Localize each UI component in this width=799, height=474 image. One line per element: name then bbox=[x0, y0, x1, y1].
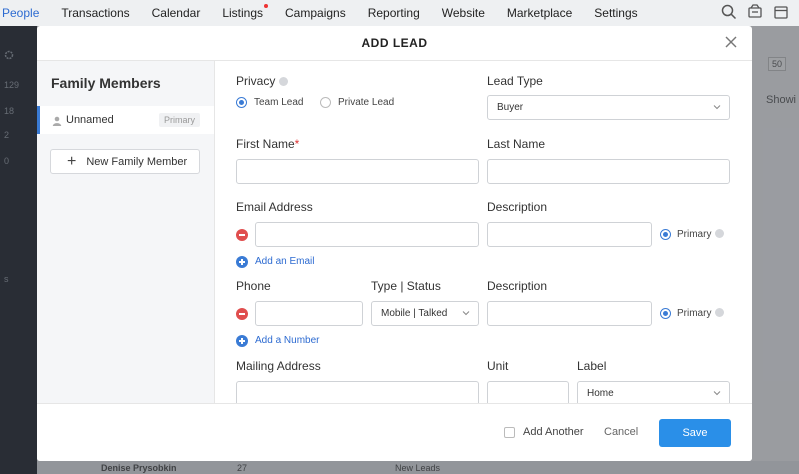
person-icon bbox=[52, 115, 62, 126]
new-family-member-button[interactable]: + New Family Member bbox=[50, 149, 200, 174]
remove-phone-icon[interactable] bbox=[236, 308, 248, 320]
type-status-label: Type | Status bbox=[371, 279, 441, 293]
nav-campaigns[interactable]: Campaigns bbox=[285, 6, 346, 20]
add-another-label: Add Another bbox=[523, 426, 584, 438]
email-primary-text: Primary bbox=[677, 229, 712, 240]
info-icon[interactable] bbox=[715, 308, 725, 317]
lead-type-select[interactable]: Buyer bbox=[487, 95, 730, 120]
nav-settings[interactable]: Settings bbox=[594, 6, 637, 20]
new-family-member-label: New Family Member bbox=[86, 155, 188, 168]
team-lead-radio[interactable] bbox=[236, 97, 247, 108]
phone-type-status-select[interactable]: Mobile | Talked bbox=[371, 301, 479, 326]
address-label-label: Label bbox=[577, 359, 607, 373]
primary-badge: Primary bbox=[159, 113, 200, 127]
notification-dot bbox=[264, 4, 269, 8]
close-icon[interactable] bbox=[724, 35, 738, 49]
last-name-input[interactable] bbox=[487, 159, 730, 184]
info-icon[interactable] bbox=[279, 77, 289, 86]
nav-website[interactable]: Website bbox=[442, 6, 485, 20]
mailing-address-label: Mailing Address bbox=[236, 359, 321, 373]
email-input[interactable] bbox=[255, 222, 479, 247]
required-mark: * bbox=[294, 137, 300, 151]
modal-header: ADD LEAD bbox=[37, 26, 752, 61]
private-lead-label: Private Lead bbox=[338, 97, 395, 108]
nav-listings[interactable]: Listings bbox=[222, 4, 269, 20]
modal-footer: Add Another Cancel Save bbox=[37, 403, 752, 461]
nav-reporting[interactable]: Reporting bbox=[368, 6, 420, 20]
family-members-title: Family Members bbox=[51, 75, 161, 91]
email-primary-label: Primary bbox=[677, 229, 725, 240]
email-description-label: Description bbox=[487, 200, 548, 214]
privacy-label: Privacy bbox=[236, 74, 289, 88]
chevron-down-icon bbox=[462, 309, 470, 317]
member-name: Unnamed bbox=[66, 114, 114, 126]
phone-label: Phone bbox=[236, 279, 271, 293]
lead-type-label: Lead Type bbox=[487, 74, 543, 88]
inbox-icon[interactable] bbox=[747, 4, 763, 20]
nav-people[interactable]: People bbox=[2, 6, 39, 20]
email-primary-radio[interactable] bbox=[660, 229, 671, 240]
save-button[interactable]: Save bbox=[659, 419, 731, 447]
first-name-input[interactable] bbox=[236, 159, 479, 184]
add-lead-modal: ADD LEAD Family Members Unnamed Primary … bbox=[37, 26, 752, 461]
privacy-label-text: Privacy bbox=[236, 74, 276, 88]
lead-type-value: Buyer bbox=[497, 102, 524, 113]
unit-label: Unit bbox=[487, 359, 509, 373]
address-label-value: Home bbox=[587, 388, 614, 399]
nav-calendar[interactable]: Calendar bbox=[152, 6, 201, 20]
nav-listings-label: Listings bbox=[222, 6, 264, 20]
add-another-checkbox[interactable] bbox=[504, 427, 515, 438]
team-lead-label: Team Lead bbox=[254, 97, 304, 108]
phone-type-status-value: Mobile | Talked bbox=[381, 308, 448, 319]
top-navigation: People Transactions Calendar Listings Ca… bbox=[0, 0, 799, 26]
chevron-down-icon bbox=[713, 103, 721, 111]
phone-primary-radio[interactable] bbox=[660, 308, 671, 319]
calendar-icon[interactable] bbox=[773, 4, 789, 20]
first-name-label-text: First Name bbox=[236, 137, 295, 151]
modal-title: ADD LEAD bbox=[361, 36, 428, 50]
first-name-label: First Name* bbox=[236, 137, 299, 151]
add-number-link[interactable]: Add a Number bbox=[255, 335, 319, 346]
email-description-input[interactable] bbox=[487, 222, 652, 247]
add-email-link[interactable]: Add an Email bbox=[255, 256, 314, 267]
private-lead-radio[interactable] bbox=[320, 97, 331, 108]
remove-email-icon[interactable] bbox=[236, 229, 248, 241]
phone-description-input[interactable] bbox=[487, 301, 652, 326]
phone-primary-label: Primary bbox=[677, 308, 725, 319]
family-members-panel: Family Members Unnamed Primary + New Fam… bbox=[37, 61, 215, 403]
last-name-label: Last Name bbox=[487, 137, 546, 151]
chevron-down-icon bbox=[713, 389, 721, 397]
search-icon[interactable] bbox=[721, 4, 737, 20]
nav-transactions[interactable]: Transactions bbox=[61, 6, 129, 20]
phone-primary-text: Primary bbox=[677, 308, 712, 319]
add-email-icon[interactable] bbox=[236, 256, 248, 268]
family-member-item[interactable]: Unnamed Primary bbox=[37, 106, 214, 134]
phone-input[interactable] bbox=[255, 301, 363, 326]
add-number-icon[interactable] bbox=[236, 335, 248, 347]
info-icon[interactable] bbox=[715, 229, 725, 238]
plus-icon: + bbox=[67, 152, 77, 170]
lead-form: Privacy Team Lead Private Lead Lead Type… bbox=[215, 61, 752, 406]
cancel-button[interactable]: Cancel bbox=[604, 426, 638, 438]
email-label: Email Address bbox=[236, 200, 313, 214]
nav-marketplace[interactable]: Marketplace bbox=[507, 6, 572, 20]
phone-description-label: Description bbox=[487, 279, 548, 293]
